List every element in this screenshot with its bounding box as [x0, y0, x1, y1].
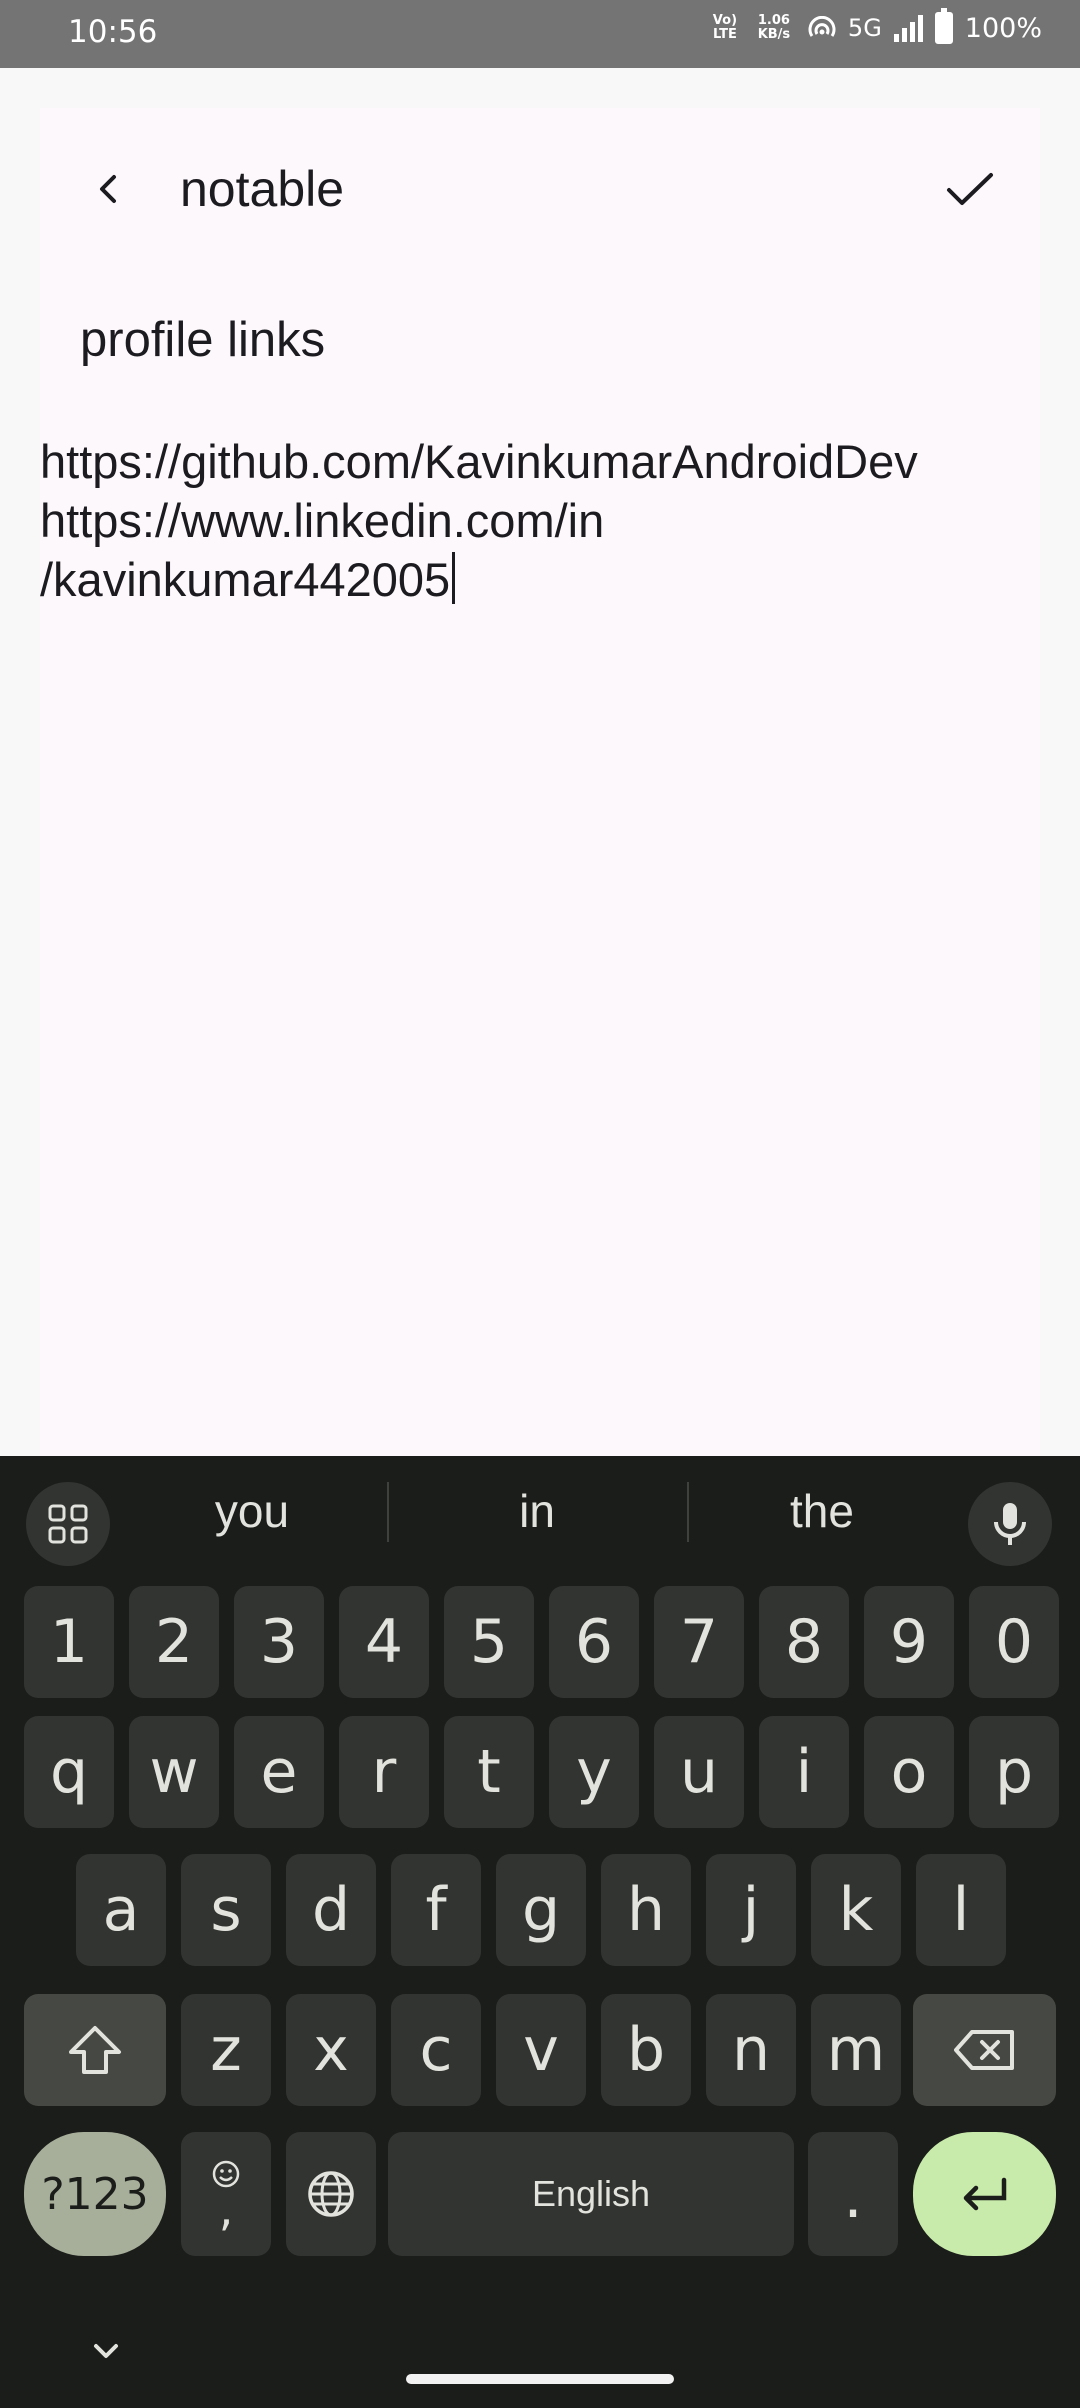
comma-label: , [218, 2182, 234, 2236]
key-i[interactable]: i [759, 1716, 849, 1828]
key-v[interactable]: v [496, 1994, 586, 2106]
key-z[interactable]: z [181, 1994, 271, 2106]
chevron-left-icon [100, 175, 116, 203]
key-y[interactable]: y [549, 1716, 639, 1828]
key-e[interactable]: e [234, 1716, 324, 1828]
voice-input-button[interactable] [968, 1482, 1052, 1566]
symbols-key[interactable]: ?123 [24, 2132, 166, 2256]
keyboard-apps-button[interactable] [26, 1482, 110, 1566]
hide-keyboard-chevron-icon[interactable] [86, 2336, 126, 2366]
suggestion-strip: you in the [0, 1456, 1080, 1566]
language-key[interactable] [286, 2132, 376, 2256]
globe-icon [308, 2171, 354, 2217]
text-cursor [452, 552, 456, 604]
key-a[interactable]: a [76, 1854, 166, 1966]
key-u[interactable]: u [654, 1716, 744, 1828]
backspace-icon [953, 2030, 1014, 2070]
note-body-text: https://github.com/KavinkumarAndroidDev … [40, 435, 918, 606]
suggestion-2[interactable]: in [397, 1484, 677, 1538]
hotspot-icon [808, 16, 836, 37]
key-w[interactable]: w [129, 1716, 219, 1828]
shift-icon [69, 2026, 121, 2074]
shift-key[interactable] [24, 1994, 166, 2106]
emoji-comma-key[interactable]: , [181, 2132, 271, 2256]
period-key[interactable]: . [808, 2132, 898, 2256]
note-body-field[interactable]: https://github.com/KavinkumarAndroidDev … [40, 432, 1040, 609]
status-bar: 10:56 Vo) LTE 1.06 KB/s 5G 100% [0, 0, 1080, 68]
key-q[interactable]: q [24, 1716, 114, 1828]
key-g[interactable]: g [496, 1854, 586, 1966]
gesture-home-bar[interactable] [406, 2374, 674, 2384]
battery-icon [934, 8, 953, 44]
network-speed: 1.06 KB/s [757, 13, 791, 42]
status-time: 10:56 [68, 14, 158, 50]
suggestion-3[interactable]: the [682, 1484, 962, 1538]
save-button[interactable] [930, 150, 1010, 230]
key-8[interactable]: 8 [759, 1586, 849, 1698]
key-r[interactable]: r [339, 1716, 429, 1828]
key-4[interactable]: 4 [339, 1586, 429, 1698]
key-7[interactable]: 7 [654, 1586, 744, 1698]
key-f[interactable]: f [391, 1854, 481, 1966]
enter-key[interactable] [913, 2132, 1056, 2256]
key-s[interactable]: s [181, 1854, 271, 1966]
microphone-icon [994, 1503, 1026, 1545]
key-9[interactable]: 9 [864, 1586, 954, 1698]
note-editor-card [40, 108, 1040, 1456]
battery-level: 100% [964, 12, 1042, 44]
key-3[interactable]: 3 [234, 1586, 324, 1698]
key-c[interactable]: c [391, 1994, 481, 2106]
key-h[interactable]: h [601, 1854, 691, 1966]
key-b[interactable]: b [601, 1994, 691, 2106]
app-title: notable [180, 161, 345, 217]
check-icon [947, 173, 993, 205]
key-k[interactable]: k [811, 1854, 901, 1966]
back-button[interactable] [64, 154, 154, 224]
enter-icon [963, 2177, 1006, 2211]
key-m[interactable]: m [811, 1994, 901, 2106]
status-icons: Vo) LTE 1.06 KB/s 5G 100% [710, 8, 1042, 44]
key-x[interactable]: x [286, 1994, 376, 2106]
key-p[interactable]: p [969, 1716, 1059, 1828]
key-t[interactable]: t [444, 1716, 534, 1828]
signal-icon [893, 14, 923, 42]
keyboard: you in the 1 2 3 4 5 6 7 8 9 0 q w e r t… [0, 1456, 1080, 2408]
suggestion-1[interactable]: you [112, 1484, 392, 1538]
note-title-field[interactable]: profile links [80, 312, 325, 368]
key-6[interactable]: 6 [549, 1586, 639, 1698]
key-l[interactable]: l [916, 1854, 1006, 1966]
key-n[interactable]: n [706, 1994, 796, 2106]
key-d[interactable]: d [286, 1854, 376, 1966]
volte-indicator: Vo) LTE [712, 13, 738, 42]
space-key[interactable]: English [388, 2132, 794, 2256]
grid-icon [48, 1504, 88, 1544]
network-type: 5G [847, 14, 882, 42]
backspace-key[interactable] [913, 1994, 1056, 2106]
key-0[interactable]: 0 [969, 1586, 1059, 1698]
key-5[interactable]: 5 [444, 1586, 534, 1698]
key-o[interactable]: o [864, 1716, 954, 1828]
key-1[interactable]: 1 [24, 1586, 114, 1698]
key-j[interactable]: j [706, 1854, 796, 1966]
key-2[interactable]: 2 [129, 1586, 219, 1698]
suggestion-divider [387, 1482, 389, 1542]
